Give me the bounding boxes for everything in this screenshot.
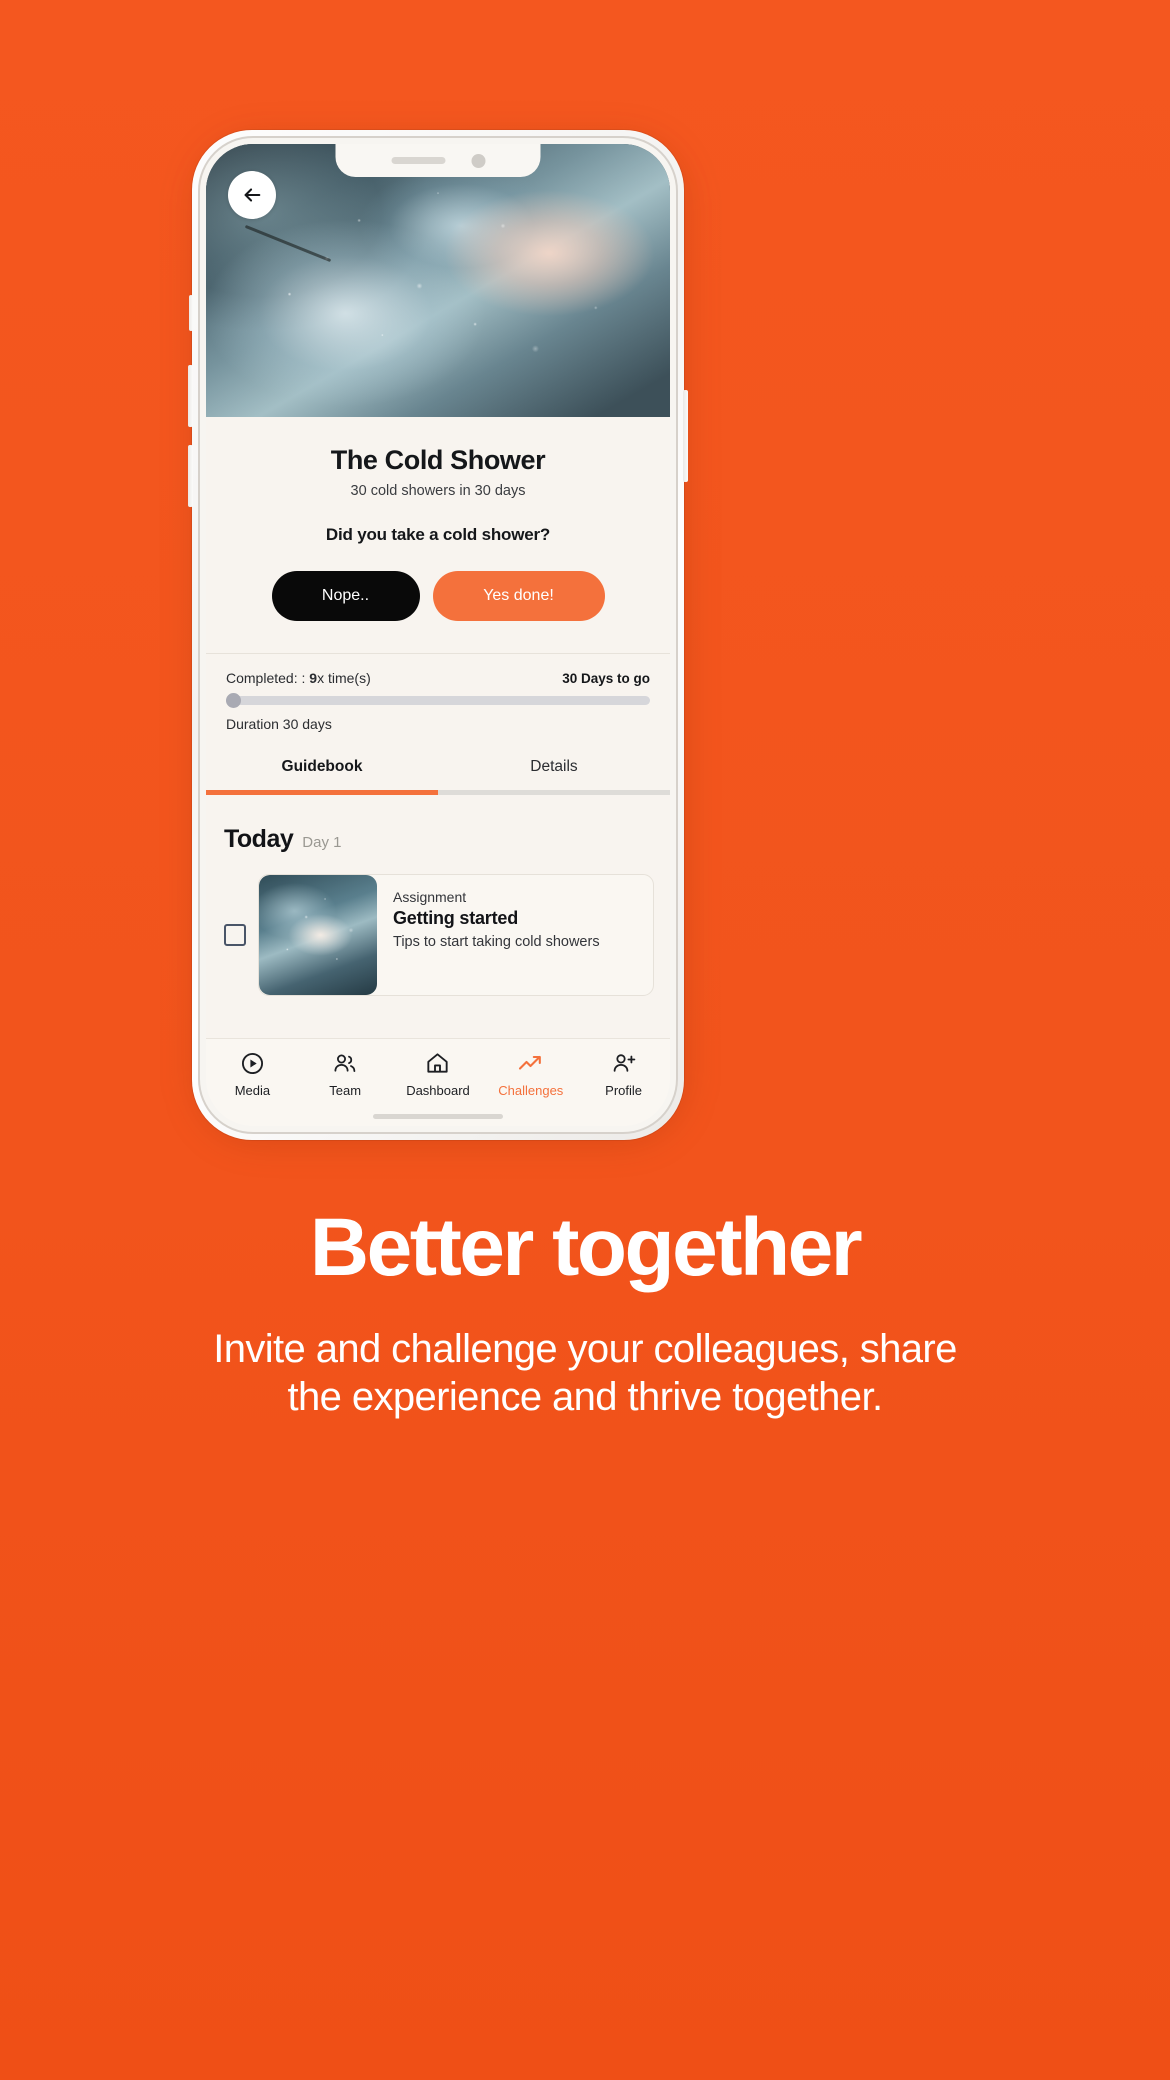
challenge-subtitle: 30 cold showers in 30 days	[350, 483, 526, 499]
phone-power-button	[683, 390, 688, 482]
today-header: Today Day 1	[206, 795, 670, 854]
progress-slider[interactable]	[226, 693, 650, 708]
completed-suffix: x time(s)	[317, 670, 371, 686]
hero-photo	[206, 144, 670, 417]
front-camera	[471, 153, 485, 168]
assignment-card[interactable]: Assignment Getting started Tips to start…	[258, 874, 654, 996]
assignment-checkbox[interactable]	[224, 924, 246, 946]
today-day-label: Day 1	[302, 834, 342, 851]
nav-item-profile[interactable]: Profile	[577, 1051, 670, 1098]
challenge-hero-image	[206, 144, 670, 417]
progress-section: Completed: : 9x time(s) 30 Days to go Du…	[206, 654, 670, 732]
tab-details[interactable]: Details	[438, 758, 670, 790]
marketing-headline: Better together	[309, 1202, 863, 1293]
nav-label-challenges: Challenges	[498, 1083, 564, 1098]
nav-label-team: Team	[329, 1083, 362, 1098]
nav-label-media: Media	[234, 1083, 271, 1098]
confirm-button[interactable]: Yes done!	[432, 571, 605, 621]
phone-screen: The Cold Shower 30 cold showers in 30 da…	[206, 144, 670, 1126]
person-add-icon	[613, 1054, 635, 1072]
back-button[interactable]	[228, 171, 276, 219]
nav-item-media[interactable]: Media	[206, 1051, 299, 1098]
earpiece-speaker	[391, 157, 445, 164]
nav-item-team[interactable]: Team	[299, 1051, 392, 1098]
bottom-navigation: Media Team Dashboard Challenges Profile	[206, 1038, 670, 1126]
tab-guidebook[interactable]: Guidebook	[206, 758, 438, 790]
nav-item-dashboard[interactable]: Dashboard	[392, 1051, 485, 1098]
assignment-kicker: Assignment	[393, 889, 467, 905]
nav-label-dashboard: Dashboard	[406, 1083, 470, 1098]
content-tabs: Guidebook Details	[206, 758, 670, 790]
assignment-description: Tips to start taking cold showers	[393, 934, 600, 950]
nav-label-profile: Profile	[605, 1083, 643, 1098]
phone-notch	[335, 144, 541, 177]
phone-mockup: The Cold Shower 30 cold showers in 30 da…	[188, 130, 689, 1143]
nav-item-challenges[interactable]: Challenges	[484, 1051, 577, 1098]
challenge-detail-body: The Cold Shower 30 cold showers in 30 da…	[206, 417, 670, 1126]
home-indicator	[373, 1114, 503, 1119]
assignment-list-item: Assignment Getting started Tips to start…	[206, 854, 670, 996]
tab-indicator-active	[206, 790, 438, 795]
completed-number: 9	[309, 670, 318, 686]
decline-button[interactable]: Nope..	[271, 571, 420, 621]
play-circle-icon	[241, 1052, 263, 1075]
progress-header: Completed: : 9x time(s) 30 Days to go	[226, 670, 650, 686]
assignment-thumbnail	[259, 875, 377, 995]
promo-page: The Cold Shower 30 cold showers in 30 da…	[0, 0, 1170, 2080]
completed-prefix: Completed: :	[226, 670, 310, 686]
trending-up-icon	[519, 1055, 542, 1070]
progress-slider-thumb[interactable]	[226, 693, 241, 708]
arrow-left-icon	[244, 188, 261, 202]
tab-indicator-track	[206, 790, 670, 795]
people-icon	[334, 1054, 356, 1072]
home-icon	[427, 1053, 449, 1073]
phone-volume-down-button	[188, 445, 193, 507]
challenge-title: The Cold Shower	[330, 445, 546, 475]
phone-volume-up-button	[188, 365, 193, 427]
phone-body: The Cold Shower 30 cold showers in 30 da…	[188, 130, 688, 1140]
challenge-answer-buttons: Nope.. Yes done!	[206, 571, 670, 621]
assignment-text: Assignment Getting started Tips to start…	[377, 875, 614, 995]
challenge-question: Did you take a cold shower?	[325, 525, 551, 544]
duration-label: Duration 30 days	[226, 716, 332, 732]
days-to-go-label: 30 Days to go	[562, 671, 650, 686]
phone-silent-switch	[189, 295, 193, 331]
marketing-subcopy: Invite and challenge your colleagues, sh…	[213, 1327, 957, 1419]
completed-count-label: Completed: : 9x time(s)	[226, 670, 371, 686]
assignment-title: Getting started	[393, 908, 519, 928]
today-heading: Today	[224, 825, 294, 853]
